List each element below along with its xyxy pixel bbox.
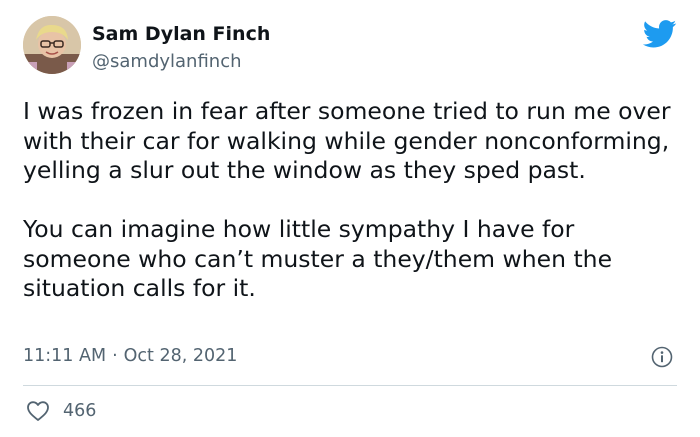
author-display-name[interactable]: Sam Dylan Finch — [92, 23, 270, 45]
divider — [23, 385, 677, 386]
avatar-image — [23, 16, 81, 74]
heart-icon[interactable] — [26, 400, 50, 422]
tweet-card: Sam Dylan Finch @samdylanfinch I was fro… — [0, 0, 700, 437]
avatar[interactable] — [23, 16, 81, 74]
tweet-paragraph: I was frozen in fear after someone tried… — [23, 97, 671, 184]
twitter-bird-icon[interactable] — [643, 20, 677, 48]
info-icon[interactable] — [651, 346, 673, 368]
tweet-text: I was frozen in fear after someone tried… — [23, 97, 683, 304]
author-handle[interactable]: @samdylanfinch — [92, 51, 242, 72]
tweet-date[interactable]: Oct 28, 2021 — [124, 346, 238, 366]
tweet-time[interactable]: 11:11 AM — [23, 346, 106, 366]
meta-separator: · — [112, 346, 118, 366]
like-count[interactable]: 466 — [63, 401, 96, 421]
tweet-timestamp[interactable]: 11:11 AM · Oct 28, 2021 — [23, 346, 237, 366]
tweet-paragraph: You can imagine how little sympathy I ha… — [23, 215, 613, 302]
